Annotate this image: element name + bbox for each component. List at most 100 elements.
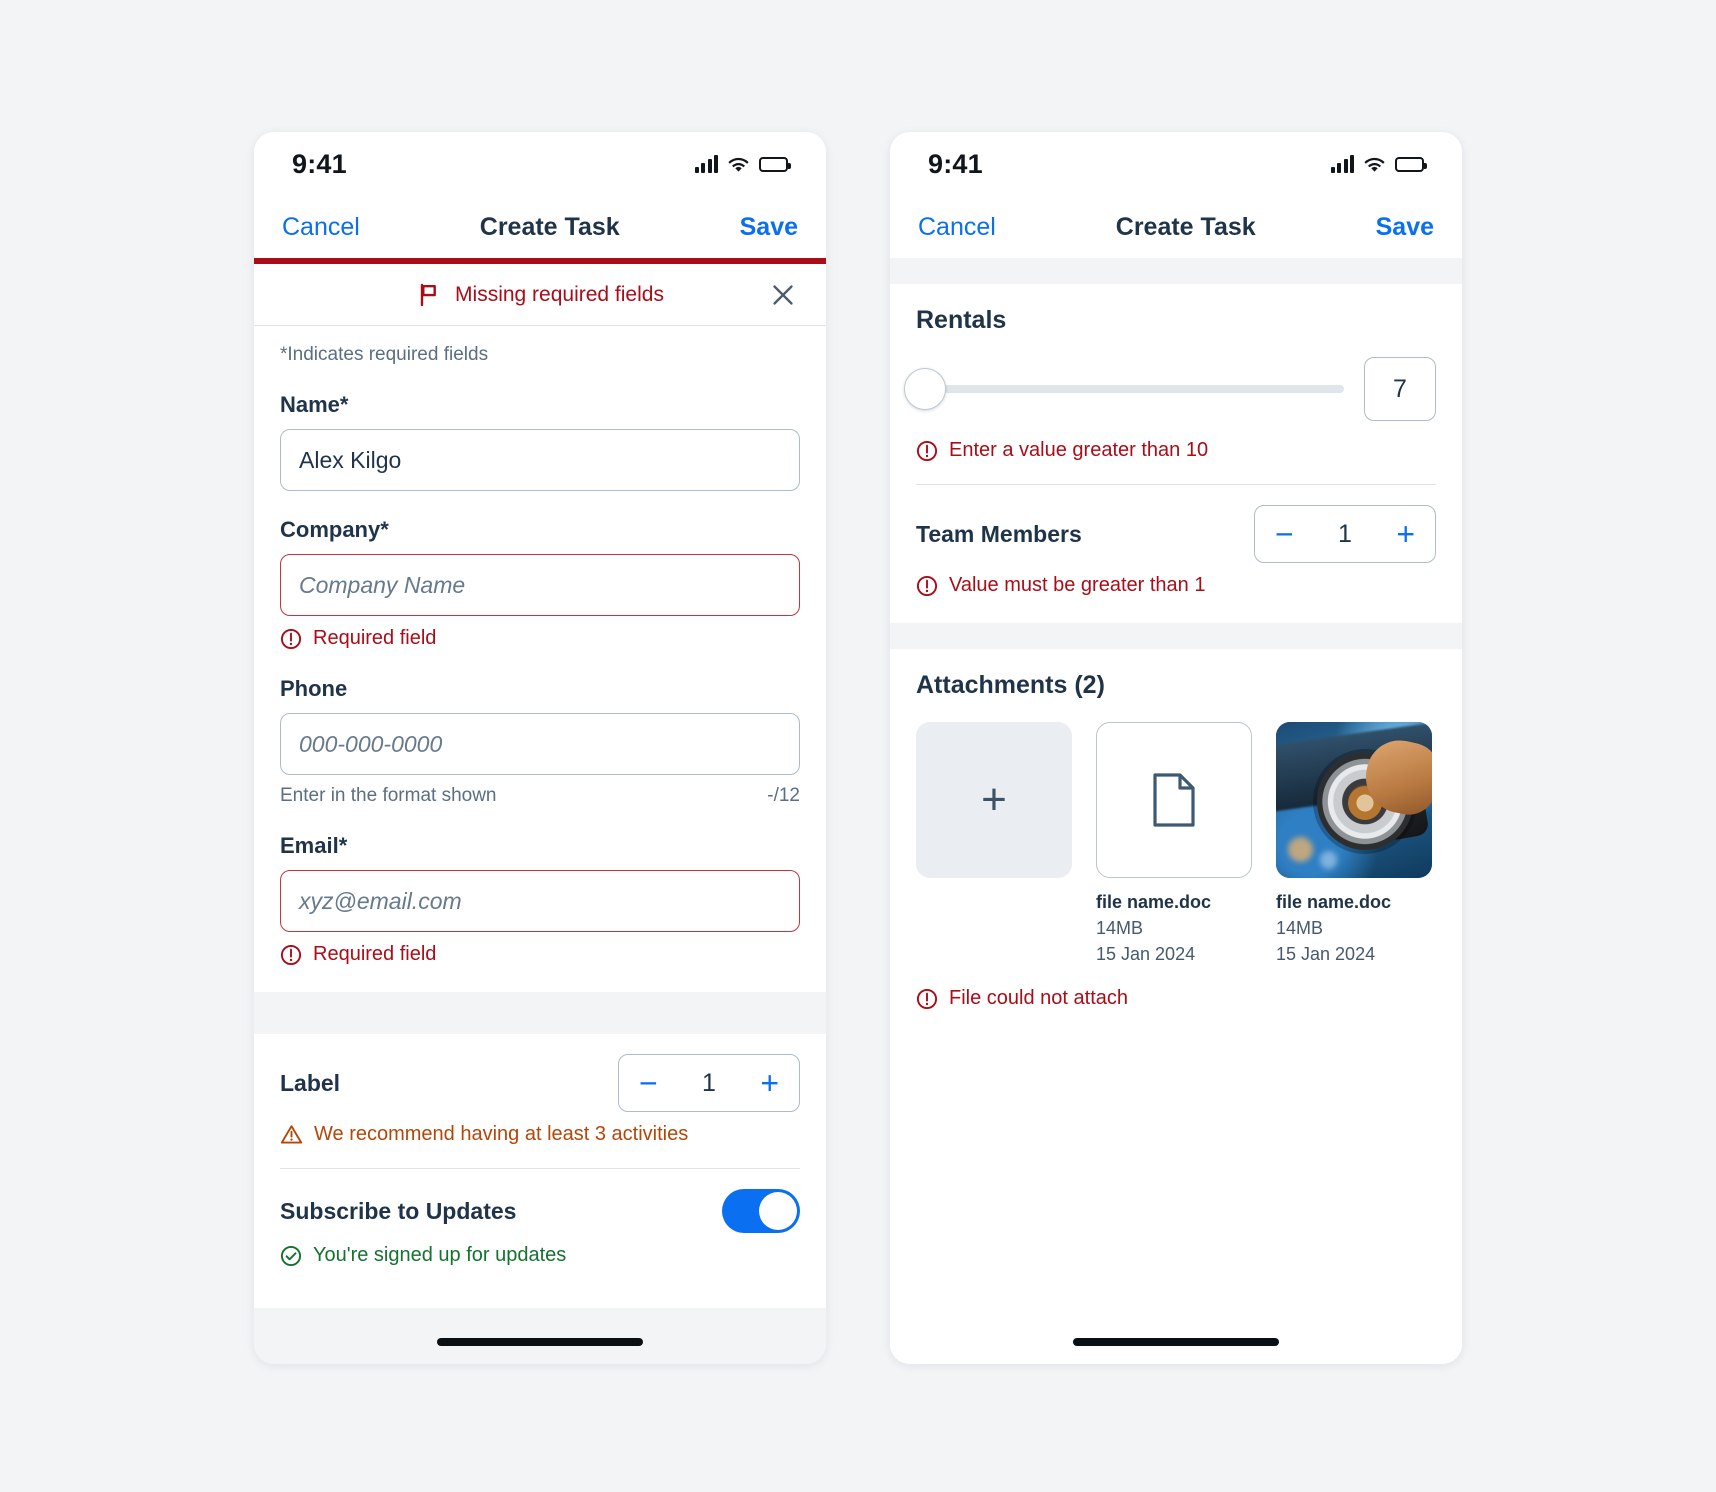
home-indicator[interactable] <box>1073 1338 1279 1346</box>
attachment-file-name: file name.doc <box>1096 892 1212 912</box>
error-circle-icon <box>916 575 938 597</box>
team-members-value: 1 <box>1338 519 1352 548</box>
team-members-stepper[interactable]: − 1 + <box>1254 505 1436 563</box>
team-members-label: Team Members <box>916 520 1082 547</box>
page-title: Create Task <box>1115 212 1256 241</box>
team-members-increment[interactable]: + <box>1396 518 1415 550</box>
row-team-members: Team Members − 1 + <box>890 485 1462 563</box>
phone-character-counter: -/12 <box>767 785 800 806</box>
battery-icon <box>759 156 791 172</box>
rentals-card: Rentals 7 Enter a value greater than 10 <box>890 284 1462 623</box>
section-gap <box>254 992 826 1034</box>
save-button[interactable]: Save <box>740 213 798 242</box>
cancel-button[interactable]: Cancel <box>282 213 360 242</box>
field-company-label: Company* <box>280 517 389 542</box>
attachments-title: Attachments (2) <box>916 671 1105 699</box>
warning-triangle-icon <box>280 1124 303 1145</box>
company-input-placeholder: Company Name <box>299 571 466 598</box>
wifi-icon <box>727 156 750 173</box>
email-input[interactable]: xyz@email.com <box>280 870 800 932</box>
attachment-image-tile[interactable] <box>1276 722 1432 878</box>
status-bar-left: 9:41 <box>254 132 826 196</box>
top-section-gap <box>890 258 1462 284</box>
status-time: 9:41 <box>292 148 347 179</box>
attachments-section-gap <box>890 623 1462 649</box>
attachment-item[interactable]: file name.doc 14MB 15 Jan 2024 <box>1276 722 1432 965</box>
home-indicator-area-right <box>890 1308 1462 1364</box>
rentals-error-text: Enter a value greater than 10 <box>949 439 1209 461</box>
add-attachment-column: + <box>916 722 1072 965</box>
attachment-error-text: File could not attach <box>949 987 1128 1009</box>
rentals-error-message: Enter a value greater than 10 <box>916 439 1436 462</box>
image-thumbnail <box>1276 722 1432 878</box>
rentals-value-input[interactable]: 7 <box>1364 357 1436 421</box>
status-bar-right: 9:41 <box>890 132 1462 196</box>
company-error-text: Required field <box>313 627 437 649</box>
label-stepper-value: 1 <box>702 1068 716 1097</box>
phone-helper-text: Enter in the format shown <box>280 785 497 806</box>
status-indicators <box>1330 155 1427 173</box>
toggle-knob <box>759 1192 797 1230</box>
nav-bar-left: Cancel Create Task Save <box>254 196 826 258</box>
status-indicators <box>694 155 791 173</box>
rentals-value: 7 <box>1393 374 1407 403</box>
email-error-text: Required field <box>313 943 437 965</box>
attachments-card: Attachments (2) + file name.doc 14MB 15 … <box>890 649 1462 1036</box>
field-company: Company* Company Name Required field <box>280 517 800 650</box>
attachment-error-message: File could not attach <box>916 987 1436 1010</box>
subscribe-message-row: You're signed up for updates <box>254 1244 826 1267</box>
attachment-item[interactable]: file name.doc 14MB 15 Jan 2024 <box>1096 722 1252 965</box>
flag-icon <box>416 282 442 308</box>
label-stepper-warning-text: We recommend having at least 3 activitie… <box>314 1123 689 1145</box>
page-title: Create Task <box>479 212 620 241</box>
field-name: Name* Alex Kilgo <box>280 392 800 491</box>
row-subscribe: Subscribe to Updates <box>254 1169 826 1233</box>
label-stepper-warning: We recommend having at least 3 activitie… <box>280 1123 800 1146</box>
attachments-list: + file name.doc 14MB 15 Jan 2024 file na… <box>916 722 1436 965</box>
attachment-file-date: 15 Jan 2024 <box>1096 944 1196 964</box>
phone-right-create-task: 9:41 Cancel Create Task Save Rentals 7 E… <box>890 132 1462 1364</box>
name-input-value: Alex Kilgo <box>299 446 402 473</box>
company-input[interactable]: Company Name <box>280 554 800 616</box>
bottom-white-pad <box>254 1267 826 1295</box>
row-label-stepper: Label − 1 + <box>254 1034 826 1112</box>
phone-input-placeholder: 000-000-0000 <box>299 730 443 757</box>
status-time: 9:41 <box>928 148 983 179</box>
cellular-signal-icon <box>1330 155 1354 173</box>
field-name-label: Name* <box>280 392 349 417</box>
team-members-error-text: Value must be greater than 1 <box>949 574 1206 596</box>
field-email: Email* xyz@email.com Required field <box>280 833 800 966</box>
field-phone: Phone 000-000-0000 Enter in the format s… <box>280 676 800 807</box>
attachment-file-size: 14MB <box>1276 918 1324 938</box>
battery-icon <box>1395 156 1427 172</box>
label-stepper-message-row: We recommend having at least 3 activitie… <box>254 1123 826 1146</box>
nav-bar-right: Cancel Create Task Save <box>890 196 1462 258</box>
document-icon <box>1151 772 1197 828</box>
label-stepper-decrement[interactable]: − <box>639 1067 658 1099</box>
field-phone-label: Phone <box>280 676 348 701</box>
rentals-slider[interactable] <box>903 368 1344 410</box>
attachment-document-tile[interactable] <box>1096 722 1252 878</box>
company-error-message: Required field <box>280 627 800 650</box>
error-circle-icon <box>916 440 938 462</box>
label-stepper-increment[interactable]: + <box>760 1067 779 1099</box>
check-circle-icon <box>280 1245 302 1267</box>
close-icon[interactable] <box>770 282 796 308</box>
cancel-button[interactable]: Cancel <box>918 213 996 242</box>
email-error-message: Required field <box>280 943 800 966</box>
error-circle-icon <box>916 988 938 1010</box>
name-input[interactable]: Alex Kilgo <box>280 429 800 491</box>
add-attachment-button[interactable]: + <box>916 722 1072 878</box>
team-members-decrement[interactable]: − <box>1275 518 1294 550</box>
rentals-slider-thumb[interactable] <box>903 368 946 410</box>
screenshot-canvas: 9:41 Cancel Create Task Save Missing req… <box>0 0 1716 1492</box>
home-indicator[interactable] <box>437 1338 643 1346</box>
subscribe-success-text: You're signed up for updates <box>313 1244 567 1266</box>
label-stepper[interactable]: − 1 + <box>618 1054 800 1112</box>
subscribe-toggle[interactable] <box>722 1189 800 1233</box>
phone-input[interactable]: 000-000-0000 <box>280 713 800 775</box>
form-scroll-area[interactable]: *Indicates required fields Name* Alex Ki… <box>254 326 826 1295</box>
save-button[interactable]: Save <box>1376 213 1434 242</box>
field-email-label: Email* <box>280 833 348 858</box>
subscribe-success-message: You're signed up for updates <box>280 1244 800 1267</box>
